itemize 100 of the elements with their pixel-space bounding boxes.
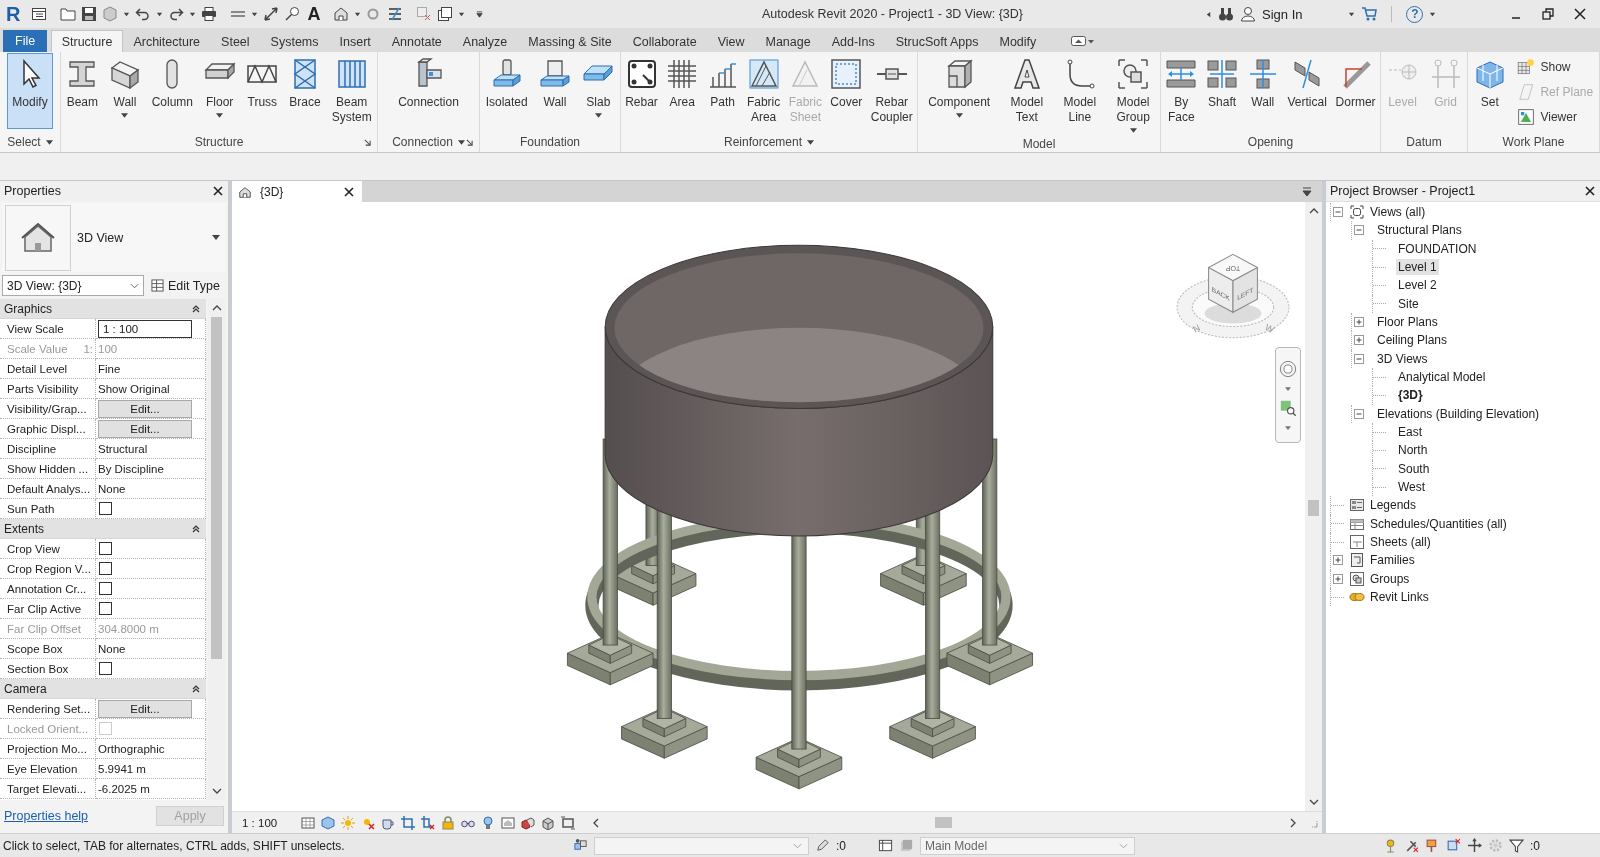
wheel-icon[interactable] — [1279, 360, 1297, 379]
navigation-bar[interactable] — [1275, 347, 1301, 443]
house-frame-icon[interactable] — [501, 815, 516, 830]
caret-icon[interactable] — [121, 113, 129, 118]
tree-item[interactable]: Ceiling Plans — [1375, 332, 1450, 349]
lines-icon[interactable] — [387, 6, 404, 22]
ribbon-tab[interactable]: Structure — [51, 30, 123, 52]
save-icon[interactable] — [81, 6, 98, 22]
stacked-windows-icon[interactable] — [437, 6, 454, 22]
ribbon-button[interactable]: Fabric Area — [744, 53, 783, 128]
help-link[interactable]: Properties help — [4, 808, 89, 823]
ribbon-button[interactable]: Set — [1471, 53, 1508, 113]
ribbon-tab[interactable]: Massing & Site — [517, 30, 623, 52]
caret-icon[interactable] — [594, 113, 602, 118]
checkbox[interactable] — [99, 562, 112, 575]
magnifier-icon[interactable] — [284, 6, 301, 22]
ribbon-tab[interactable]: Modify — [988, 30, 1047, 52]
lock-icon[interactable] — [441, 815, 456, 830]
ribbon-button[interactable]: Model Line — [1061, 53, 1099, 128]
user-icon[interactable] — [1240, 6, 1256, 22]
tree-item[interactable]: Views (all) — [1368, 204, 1428, 221]
caret-icon[interactable] — [1285, 386, 1291, 391]
tree-item[interactable]: Structural Plans — [1375, 222, 1464, 239]
hexagon-icon[interactable] — [321, 815, 336, 830]
ribbon-button[interactable]: Wall — [537, 53, 573, 113]
ribbon-button[interactable]: Show — [1515, 57, 1596, 77]
tree-item[interactable]: West — [1396, 479, 1428, 496]
scrollbar-thumb[interactable] — [211, 317, 222, 659]
filter-icon[interactable] — [1509, 838, 1524, 853]
tree-item[interactable]: Floor Plans — [1375, 314, 1440, 331]
ribbon-tab[interactable]: Systems — [260, 30, 329, 52]
checkbox[interactable] — [99, 582, 112, 595]
tree-item[interactable]: Site — [1396, 295, 1421, 312]
ribbon-button[interactable]: By Face — [1163, 53, 1200, 128]
ribbon-tab[interactable]: Architecture — [122, 30, 211, 52]
file-menu-button[interactable]: File — [3, 30, 48, 52]
binoculars-icon[interactable] — [1218, 6, 1234, 22]
crop-crossed-icon[interactable] — [421, 815, 436, 830]
checkbox[interactable] — [99, 662, 112, 675]
caret-icon[interactable] — [1129, 128, 1137, 133]
collapse-icon[interactable] — [1353, 408, 1364, 419]
caret-left-icon[interactable] — [1205, 10, 1212, 18]
cube-stack-icon[interactable] — [541, 815, 556, 830]
ribbon-tab[interactable]: Collaborate — [622, 30, 708, 52]
expand-icon[interactable] — [1332, 573, 1343, 584]
caret-icon[interactable] — [189, 10, 197, 18]
panel-label[interactable]: Connection — [392, 135, 453, 149]
tree-item[interactable]: Legends — [1368, 497, 1419, 514]
ribbon-button[interactable]: Slab — [580, 53, 617, 121]
lightbulb-icon[interactable] — [481, 815, 496, 830]
ribbon-tab[interactable]: Add-Ins — [821, 30, 886, 52]
cart-icon[interactable] — [1361, 6, 1378, 22]
table-icon[interactable] — [878, 838, 893, 853]
tree-item[interactable]: North — [1396, 442, 1430, 459]
ribbon-button[interactable]: Brace — [286, 53, 323, 113]
ribbon-button[interactable]: Model Group — [1114, 53, 1152, 136]
caret-icon[interactable] — [1348, 10, 1356, 18]
crop-icon[interactable] — [401, 815, 416, 830]
checkbox[interactable] — [99, 602, 112, 615]
menu-caret-icon[interactable] — [1302, 186, 1312, 197]
chevron-up-icon[interactable] — [211, 305, 222, 311]
ribbon-tab[interactable]: Steel — [210, 30, 261, 52]
tree-item[interactable]: Analytical Model — [1396, 369, 1488, 386]
caret-icon[interactable] — [156, 10, 164, 18]
ribbon-button[interactable]: Wall — [107, 53, 143, 121]
ribbon-button[interactable]: Dormer — [1333, 53, 1378, 113]
undo-icon[interactable] — [135, 6, 152, 22]
section-header[interactable]: Graphics — [0, 299, 206, 319]
text-tool-button[interactable]: A — [307, 4, 321, 24]
checkbox[interactable] — [99, 542, 112, 555]
chevron-down-icon[interactable] — [1308, 799, 1319, 805]
ribbon-button[interactable]: Rebar Coupler — [868, 53, 915, 128]
pin-crossed-icon[interactable] — [1404, 838, 1419, 853]
tree-item[interactable]: Level 2 — [1396, 277, 1439, 294]
type-selector[interactable]: 3D View — [2, 203, 226, 272]
app-logo[interactable]: R — [6, 3, 21, 25]
ribbon-tab[interactable]: Manage — [755, 30, 822, 52]
expand-icon[interactable] — [1353, 335, 1364, 346]
caret-icon[interactable] — [216, 113, 224, 118]
caret-icon[interactable] — [354, 10, 362, 18]
ribbon-button[interactable]: Modify — [7, 53, 53, 129]
caret-icon[interactable] — [123, 10, 131, 18]
ribbon-button[interactable]: Rebar — [623, 53, 660, 113]
expand-icon[interactable] — [1353, 317, 1364, 328]
caret-icon[interactable] — [251, 10, 259, 18]
caret-icon[interactable] — [1285, 425, 1291, 430]
chevron-left-icon[interactable] — [593, 817, 600, 828]
chevron-down-icon[interactable] — [211, 788, 222, 794]
ribbon-button[interactable]: Path — [704, 53, 741, 113]
caret-icon[interactable] — [457, 139, 465, 145]
boxes-icon[interactable] — [573, 838, 588, 853]
caret-icon[interactable] — [807, 139, 814, 145]
panel-toggle-icon[interactable] — [1070, 35, 1095, 47]
frame-corners-icon[interactable] — [561, 815, 576, 830]
tree-item[interactable]: Schedules/Quantities (all) — [1368, 515, 1509, 532]
ribbon-button[interactable]: Floor — [201, 53, 238, 121]
ribbon-button[interactable]: Model Text — [1008, 53, 1046, 128]
window-list-icon[interactable] — [31, 6, 48, 22]
tree-item[interactable]: East — [1396, 424, 1424, 441]
caret-icon[interactable] — [1429, 10, 1437, 18]
